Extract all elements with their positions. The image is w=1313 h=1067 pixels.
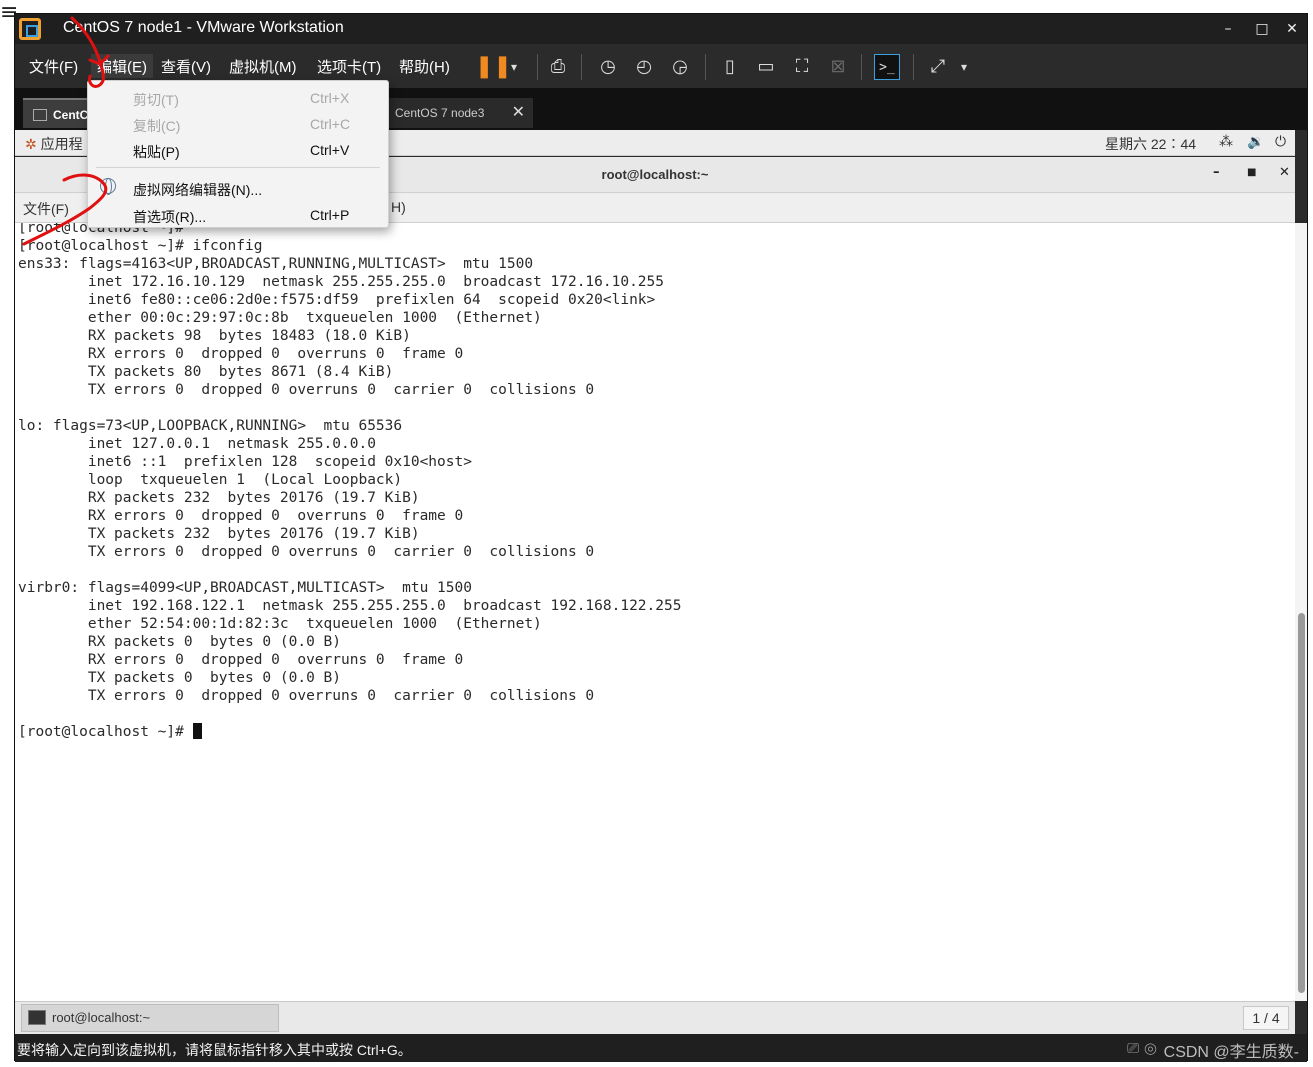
globe-icon: [100, 178, 116, 195]
close-icon[interactable]: ✕: [512, 98, 525, 128]
pause-icon[interactable]: ❚❚: [475, 54, 512, 80]
terminal-line: TX errors 0 dropped 0 overruns 0 carrier…: [18, 382, 595, 398]
terminal-minimize-button[interactable]: –: [1213, 165, 1220, 180]
tab-label: CentOS 7 node3: [395, 106, 485, 120]
scrollbar-thumb[interactable]: [1298, 613, 1305, 993]
menu-preferences[interactable]: 首选项(R)... Ctrl+P: [88, 203, 388, 227]
terminal-close-button[interactable]: ✕: [1279, 165, 1290, 180]
taskbar-terminal-item[interactable]: root@localhost:~: [21, 1004, 279, 1032]
menu-virtual-network-editor[interactable]: 虚拟网络编辑器(N)...: [88, 176, 388, 200]
maximize-button[interactable]: □: [1247, 18, 1277, 40]
terminal-line: TX errors 0 dropped 0 overruns 0 carrier…: [18, 544, 595, 560]
terminal-line: inet 172.16.10.129 netmask 255.255.255.0…: [18, 274, 665, 290]
terminal-line: TX errors 0 dropped 0 overruns 0 carrier…: [18, 688, 595, 704]
terminal-line: ether 00:0c:29:97:0c:8b txqueuelen 1000 …: [18, 310, 542, 326]
power-icon[interactable]: ⏻: [1275, 134, 1286, 150]
menu-paste[interactable]: 粘贴(P) Ctrl+V: [88, 138, 388, 162]
menu-tabs[interactable]: 选项卡(T): [311, 54, 387, 78]
watermark: CSDN @李生质数-: [1163, 1044, 1299, 1061]
toolbar-separator: [705, 54, 706, 80]
vm-icon: [33, 109, 47, 121]
terminal-line: RX errors 0 dropped 0 overruns 0 frame 0: [18, 346, 464, 362]
workspace-switcher[interactable]: 1 / 4: [1243, 1006, 1289, 1030]
menu-vm[interactable]: 虚拟机(M): [223, 54, 303, 78]
screen: ≡ CentOS 7 node1 - VMware Workstation – …: [0, 0, 1313, 1067]
menu-view[interactable]: 查看(V): [155, 54, 217, 78]
terminal-line: lo: flags=73<UP,LOOPBACK,RUNNING> mtu 65…: [18, 418, 403, 434]
tab-centos-node3[interactable]: CentOS 7 node3 ✕: [385, 98, 533, 128]
task-label: root@localhost:~: [52, 1010, 151, 1025]
window-title: CentOS 7 node1 - VMware Workstation: [63, 19, 344, 36]
terminal-line: ens33: flags=4163<UP,BROADCAST,RUNNING,M…: [18, 256, 534, 272]
terminal-line: [root@localhost ~]# ifconfig: [18, 238, 263, 254]
menu-separator: [96, 167, 380, 168]
terminal-line: TX packets 80 bytes 8671 (8.4 KiB): [18, 364, 394, 380]
vmware-logo-icon: [19, 18, 41, 40]
terminal-line: RX packets 98 bytes 18483 (18.0 KiB): [18, 328, 411, 344]
title-bar: CentOS 7 node1 - VMware Workstation – □ …: [15, 14, 1307, 44]
terminal-menu-help[interactable]: H): [391, 199, 406, 215]
stretch-icon[interactable]: ⤢: [925, 54, 951, 80]
edit-menu-dropdown: 剪切(T) Ctrl+X 复制(C) Ctrl+C 粘贴(P) Ctrl+V 虚…: [87, 80, 389, 228]
menu-copy[interactable]: 复制(C) Ctrl+C: [88, 112, 388, 136]
terminal-line: inet 192.168.122.1 netmask 255.255.255.0…: [18, 598, 682, 614]
terminal-output[interactable]: [root@localhost ~]# [root@localhost ~]# …: [15, 223, 1295, 1001]
terminal-scrollbar[interactable]: [1295, 223, 1307, 1001]
terminal-line: TX packets 0 bytes 0 (0.0 B): [18, 670, 342, 686]
unity-icon[interactable]: ⊠: [825, 54, 851, 80]
menu-help[interactable]: 帮助(H): [393, 54, 456, 78]
toolbar-separator: [537, 54, 538, 80]
toolbar-separator: [913, 54, 914, 80]
network-icon[interactable]: ⁂: [1219, 134, 1233, 150]
terminal-line: RX packets 0 bytes 0 (0.0 B): [18, 634, 342, 650]
terminal-line: inet6 fe80::ce06:2d0e:f575:df59 prefixle…: [18, 292, 656, 308]
terminal-line: RX errors 0 dropped 0 overruns 0 frame 0: [18, 652, 464, 668]
menu-file[interactable]: 文件(F): [23, 54, 84, 78]
terminal-text: [root@localhost ~]# [root@localhost ~]# …: [18, 223, 681, 741]
console-icon[interactable]: >_: [874, 54, 900, 80]
terminal-line: RX errors 0 dropped 0 overruns 0 frame 0: [18, 508, 464, 524]
terminal-line: virbr0: flags=4099<UP,BROADCAST,MULTICAS…: [18, 580, 472, 596]
terminal-line: inet6 ::1 prefixlen 128 scopeid 0x10<hos…: [18, 454, 472, 470]
close-button[interactable]: ✕: [1277, 18, 1307, 40]
terminal-maximize-button[interactable]: ■: [1247, 167, 1256, 178]
toolbar-separator: [861, 54, 862, 80]
device-icons[interactable]: ⎚ ◎: [1127, 1039, 1157, 1057]
terminal-line: inet 127.0.0.1 netmask 255.0.0.0: [18, 436, 376, 452]
tab-label: CentC: [53, 108, 89, 122]
sidebar-icon[interactable]: ▯: [717, 54, 743, 80]
menu-edit[interactable]: 编辑(E): [91, 54, 153, 78]
toolbar-separator: [581, 54, 582, 80]
terminal-cursor: [192, 723, 202, 739]
terminal-menu-file[interactable]: 文件(F): [23, 199, 69, 219]
stretch-dropdown-icon[interactable]: ▾: [951, 54, 977, 80]
minimize-button[interactable]: –: [1213, 18, 1243, 40]
terminal-line: RX packets 232 bytes 20176 (19.7 KiB): [18, 490, 420, 506]
applications-menu[interactable]: ✲ 应用程: [25, 134, 83, 154]
snapshot-icon[interactable]: ◷: [595, 54, 621, 80]
terminal-line: loop txqueuelen 1 (Local Loopback): [18, 472, 403, 488]
terminal-line: ether 52:54:00:1d:82:3c txqueuelen 1000 …: [18, 616, 542, 632]
status-message: 要将输入定向到该虚拟机，请将鼠标指针移入其中或按 Ctrl+G。: [17, 1042, 412, 1058]
revert-snapshot-icon[interactable]: ◴: [631, 54, 657, 80]
thumbnail-bar-icon[interactable]: ▭: [753, 54, 779, 80]
gnome-foot-icon: ✲: [25, 136, 37, 152]
guest-taskbar: root@localhost:~ 1 / 4: [15, 1001, 1295, 1034]
menu-cut[interactable]: 剪切(T) Ctrl+X: [88, 86, 388, 110]
volume-icon[interactable]: 🔉: [1247, 134, 1264, 150]
status-bar: 要将输入定向到该虚拟机，请将鼠标指针移入其中或按 Ctrl+G。 ⎚ ◎ CSD…: [15, 1034, 1307, 1062]
fullscreen-icon[interactable]: ⛶: [789, 54, 815, 80]
snapshot-manager-icon[interactable]: ◶: [667, 54, 693, 80]
clock[interactable]: 星期六 22∶44: [1105, 134, 1196, 154]
terminal-icon: [28, 1010, 46, 1025]
send-keys-icon[interactable]: ⎙: [545, 54, 571, 80]
terminal-line: [root@localhost ~]#: [18, 724, 193, 740]
terminal-line: TX packets 232 bytes 20176 (19.7 KiB): [18, 526, 420, 542]
pause-dropdown-icon[interactable]: ▾: [501, 54, 527, 80]
